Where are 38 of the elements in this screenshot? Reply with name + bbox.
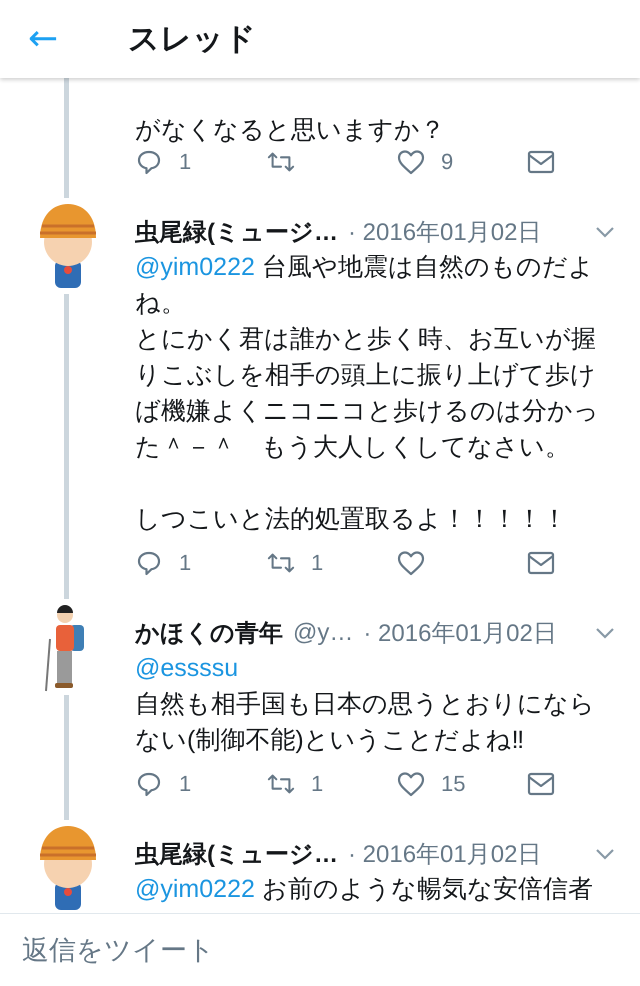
page-title: スレッド — [128, 20, 256, 58]
tweet-text: @yim0222 台風や地震は自然のものだよね。 — [135, 252, 595, 319]
retweet-count: 1 — [311, 550, 324, 576]
tweet-text: 自然も相手国も日本の思うとおりにならない(制御不能)ということだよね‼ — [135, 689, 596, 756]
message-icon[interactable] — [527, 149, 555, 175]
tweet-text: しつこいと法的処置取るよ！！！！！ — [135, 504, 568, 535]
heart-icon[interactable] — [397, 550, 425, 576]
mention-link[interactable]: @yim0222 — [135, 253, 255, 281]
reply-count: 1 — [179, 149, 192, 175]
reply-icon[interactable] — [135, 771, 163, 797]
heart-icon[interactable] — [397, 771, 425, 797]
reply-icon[interactable] — [135, 550, 163, 576]
mention-link[interactable]: @essssu — [135, 654, 238, 682]
message-icon[interactable] — [527, 550, 555, 576]
chevron-icon[interactable] — [594, 626, 616, 640]
tweet-text: とにかく君は誰かと歩く時、お互いが握りこぶしを相手の頭上に振り上げて歩けば機嫌よくニコニコと歩けるのは分かった＾－＾ もう大人しくしてなさい。 — [135, 324, 600, 463]
reply-count: 1 — [179, 771, 192, 797]
tweet-text: @yim0222 お前のような暢気な安倍信者 — [135, 874, 594, 905]
chevron-icon[interactable] — [594, 225, 616, 239]
heart-icon[interactable] — [397, 149, 425, 175]
chevron-icon[interactable] — [594, 847, 616, 861]
user-name[interactable]: かほくの青年 — [135, 617, 283, 649]
like-count: 15 — [441, 771, 466, 797]
reply-icon[interactable] — [135, 149, 163, 175]
reply-count: 1 — [179, 550, 192, 576]
retweet-count: 1 — [311, 771, 324, 797]
tweet-date: · 2016年01月02日 — [348, 218, 542, 248]
tweet-date: · 2016年01月02日 — [348, 840, 542, 870]
tweet-text: がなくなると思いますか？ — [135, 115, 446, 146]
mention-link[interactable]: @yim0222 — [135, 875, 255, 903]
reply-field[interactable]: 返信をツイート — [22, 928, 422, 972]
back-button[interactable]: ← — [0, 21, 100, 57]
tweet-date: · 2016年01月02日 — [363, 619, 557, 649]
user-name[interactable]: 虫尾緑(ミュージ… — [135, 838, 338, 870]
like-count: 9 — [441, 149, 454, 175]
user-handle: @y… — [293, 619, 354, 647]
message-icon[interactable] — [527, 771, 555, 797]
user-name[interactable]: 虫尾緑(ミュージ… — [135, 216, 338, 248]
